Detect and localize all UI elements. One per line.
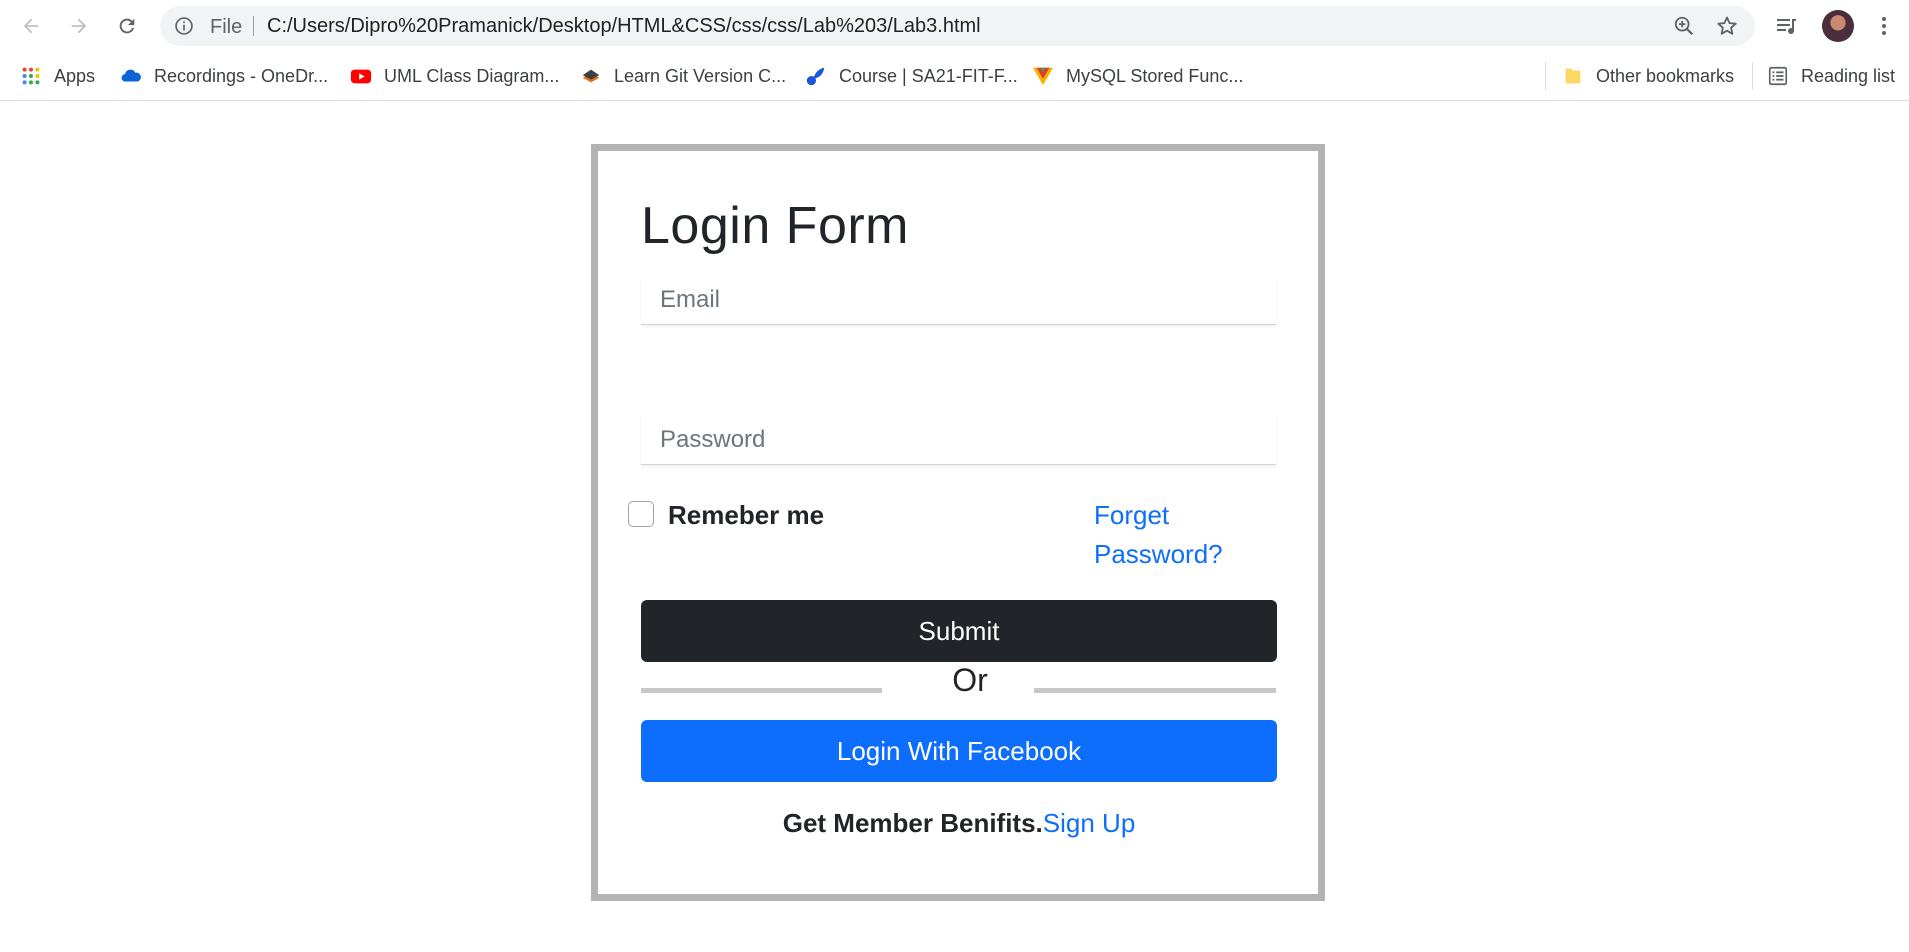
bookmark-git[interactable]: Learn Git Version C... xyxy=(580,62,786,90)
zoom-icon[interactable] xyxy=(1673,15,1695,37)
bookmark-label: MySQL Stored Func... xyxy=(1066,65,1244,86)
course-icon xyxy=(806,67,825,86)
login-facebook-button[interactable]: Login With Facebook xyxy=(641,720,1277,782)
bookmark-recordings[interactable]: Recordings - OneDr... xyxy=(120,62,328,90)
arrow-left-icon xyxy=(23,18,39,34)
forget-password-link[interactable]: Forget Password? xyxy=(1094,496,1244,574)
playlist-icon xyxy=(1777,19,1796,35)
member-benefits: Get Member Benifits.Sign Up xyxy=(641,808,1277,839)
media-control-button[interactable] xyxy=(1773,12,1801,40)
scheme-label: File xyxy=(210,16,243,38)
divider-line-left xyxy=(641,688,882,693)
bookmark-course[interactable]: Course | SA21-FIT-F... xyxy=(805,62,1018,90)
info-icon[interactable] xyxy=(174,16,194,36)
bookmark-divider xyxy=(1545,62,1546,90)
reading-list-icon xyxy=(1768,66,1788,86)
youtube-icon xyxy=(350,69,372,84)
onedrive-icon xyxy=(121,69,141,82)
bookmark-label: UML Class Diagram... xyxy=(384,65,560,86)
email-field[interactable] xyxy=(641,275,1276,325)
star-icon[interactable] xyxy=(1715,14,1739,38)
sign-up-link[interactable]: Sign Up xyxy=(1043,808,1136,838)
reading-list[interactable]: Reading list xyxy=(1767,62,1895,90)
browser-menu-button[interactable] xyxy=(1870,12,1898,40)
bookmark-label: Learn Git Version C... xyxy=(614,65,787,86)
bookmark-label: Recordings - OneDr... xyxy=(154,65,329,86)
address-bar[interactable]: File C:/Users/Dipro%20Pramanick/Desktop/… xyxy=(160,6,1755,46)
bookmark-other[interactable]: Other bookmarks xyxy=(1562,62,1734,90)
forward-button[interactable] xyxy=(63,10,95,42)
profile-avatar[interactable] xyxy=(1822,10,1854,42)
reload-button[interactable] xyxy=(111,10,143,42)
folder-icon xyxy=(1565,68,1581,84)
bookmark-uml[interactable]: UML Class Diagram... xyxy=(350,62,559,90)
browser-toolbar: File C:/Users/Dipro%20Pramanick/Desktop/… xyxy=(0,0,1909,52)
mysql-icon xyxy=(1032,67,1054,86)
divider-line-right xyxy=(1034,688,1276,693)
page-title: Login Form xyxy=(641,197,909,255)
bookmarks-bar: Apps Recordings - OneDr... UML Class Dia… xyxy=(0,52,1909,101)
submit-button[interactable]: Submit xyxy=(641,600,1277,662)
remember-me-label: Remeber me xyxy=(668,500,825,530)
reload-icon xyxy=(119,18,135,34)
bookmark-mysql[interactable]: MySQL Stored Func... xyxy=(1032,62,1243,90)
arrow-right-icon xyxy=(71,18,87,34)
bookmark-divider xyxy=(1752,62,1753,90)
remember-me-checkbox[interactable] xyxy=(628,501,654,527)
kebab-menu-icon xyxy=(1882,17,1886,35)
password-field[interactable] xyxy=(641,415,1276,465)
bookmark-label: Other bookmarks xyxy=(1596,65,1735,86)
bookmark-label: Reading list xyxy=(1801,65,1896,86)
apps-grid-icon xyxy=(22,67,40,85)
bookmark-label: Course | SA21-FIT-F... xyxy=(839,65,1018,86)
bookmark-apps[interactable]: Apps xyxy=(20,62,95,90)
address-separator xyxy=(253,16,254,36)
git-course-icon xyxy=(582,69,600,83)
bookmark-label: Apps xyxy=(54,65,96,86)
or-divider-label: Or xyxy=(952,662,988,698)
member-benefits-text: Get Member Benifits. xyxy=(782,808,1043,838)
back-button[interactable] xyxy=(15,10,47,42)
url-text[interactable]: C:/Users/Dipro%20Pramanick/Desktop/HTML&… xyxy=(267,15,981,38)
